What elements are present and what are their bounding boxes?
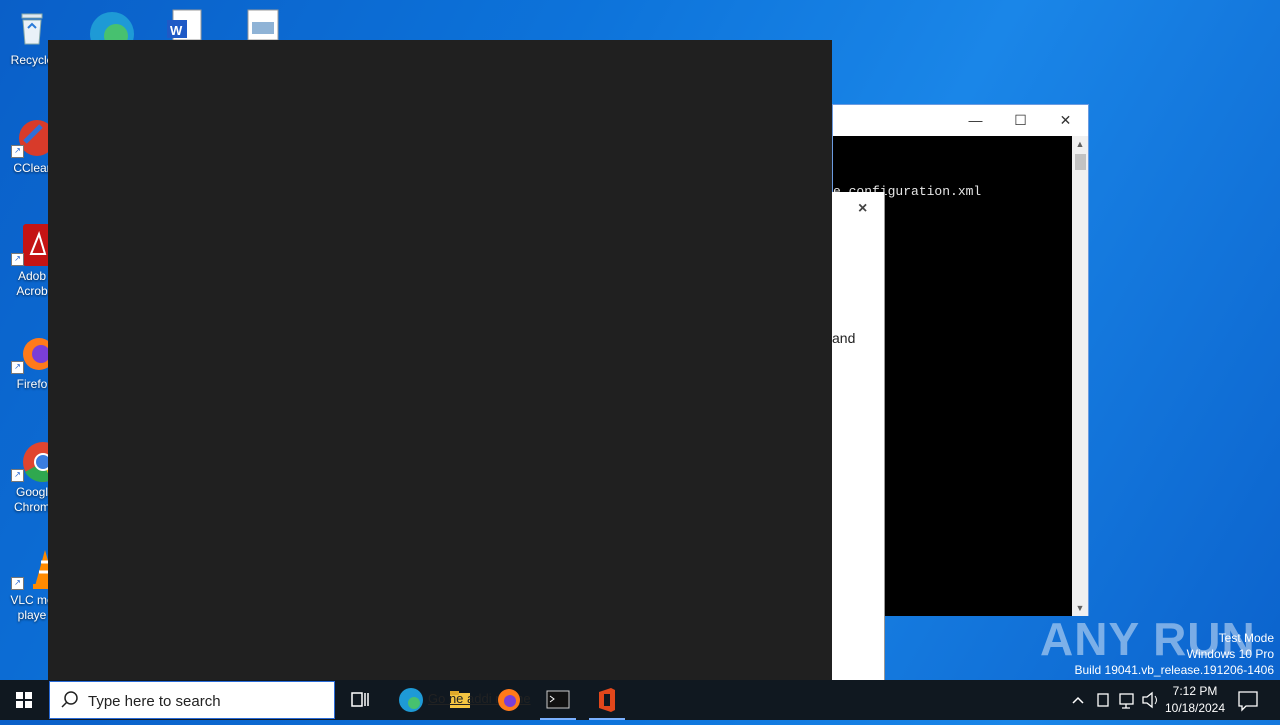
word-document-desktop-icon[interactable]: W xyxy=(165,8,205,41)
image-file-desktop-icon[interactable] xyxy=(245,8,281,41)
close-button[interactable]: ✕ xyxy=(1043,105,1088,136)
minimize-button[interactable]: — xyxy=(953,105,998,136)
chrome-icon: ↗ xyxy=(11,440,63,482)
search-placeholder: Type here to search xyxy=(88,693,221,710)
taskbar: Type here to search Go ne addi nal he 7:… xyxy=(0,680,1280,720)
shortcut-arrow-icon: ↗ xyxy=(11,469,24,482)
edge-desktop-icon[interactable] xyxy=(86,6,136,56)
shortcut-arrow-icon: ↗ xyxy=(11,253,24,266)
task-view-button[interactable] xyxy=(338,680,382,720)
volume-icon xyxy=(1142,691,1157,709)
edge-icon xyxy=(90,12,134,56)
dialog-close-button[interactable]: × xyxy=(858,200,867,218)
shortcut-arrow-icon: ↗ xyxy=(11,145,24,158)
background-dialog[interactable]: × and xyxy=(832,192,885,680)
console-scrollbar[interactable]: ▲ ▼ xyxy=(1072,136,1088,616)
svg-text:W: W xyxy=(170,23,183,38)
clock-date: 10/18/2024 xyxy=(1164,701,1226,715)
maximize-button[interactable]: ☐ xyxy=(998,105,1043,136)
watermark-line-2: Windows 10 Pro xyxy=(1186,647,1274,661)
dialog-text: and xyxy=(832,330,856,346)
watermark-line-3: Build 19041.vb_release.191206-1406 xyxy=(1074,663,1275,677)
image-file-icon xyxy=(247,9,279,41)
scroll-up-arrow-icon[interactable]: ▲ xyxy=(1072,136,1088,152)
taskbar-search-box[interactable]: Type here to search xyxy=(49,681,335,719)
terminal-icon xyxy=(546,690,570,709)
console-titlebar[interactable]: — ☐ ✕ xyxy=(833,105,1088,136)
action-center-button[interactable] xyxy=(1234,680,1262,720)
watermark-line-1: Test Mode xyxy=(1218,631,1274,645)
device-icon xyxy=(1097,693,1109,707)
ccleaner-icon: ↗ xyxy=(11,116,55,158)
firefox-icon: ↗ xyxy=(11,332,55,374)
firefox-icon xyxy=(498,689,520,711)
chevron-up-icon xyxy=(1072,696,1084,704)
network-icon xyxy=(1119,693,1134,709)
task-view-icon xyxy=(351,692,369,707)
office-icon xyxy=(599,688,615,712)
search-icon xyxy=(61,691,78,708)
test-mode-watermark: Test Mode Windows 10 Pro Build 19041.vb_… xyxy=(1075,630,1275,678)
start-button[interactable] xyxy=(0,680,48,720)
shortcut-arrow-icon: ↗ xyxy=(11,577,24,590)
taskbar-clock[interactable]: 7:12 PM 10/18/2024 xyxy=(1160,683,1230,717)
vlc-cone-icon: ↗ xyxy=(11,548,57,590)
adobe-acrobat-icon: ↗ xyxy=(11,224,53,266)
tray-network-button[interactable] xyxy=(1116,680,1138,720)
tray-volume-button[interactable] xyxy=(1140,680,1162,720)
clock-time: 7:12 PM xyxy=(1172,684,1218,698)
scrollbar-thumb[interactable] xyxy=(1075,154,1086,170)
taskbar-firefox[interactable] xyxy=(487,680,531,720)
show-hidden-icons-button[interactable] xyxy=(1068,680,1088,720)
shortcut-arrow-icon: ↗ xyxy=(11,361,24,374)
word-icon: W xyxy=(167,9,202,41)
notification-icon xyxy=(1238,691,1258,712)
recycle-bin-icon xyxy=(11,8,53,50)
dark-overlay-window[interactable] xyxy=(48,40,832,680)
windows-logo-icon xyxy=(16,692,32,708)
tray-device-button[interactable] xyxy=(1092,680,1114,720)
taskbar-office[interactable] xyxy=(585,680,629,720)
taskbar-command-prompt[interactable] xyxy=(536,680,580,720)
